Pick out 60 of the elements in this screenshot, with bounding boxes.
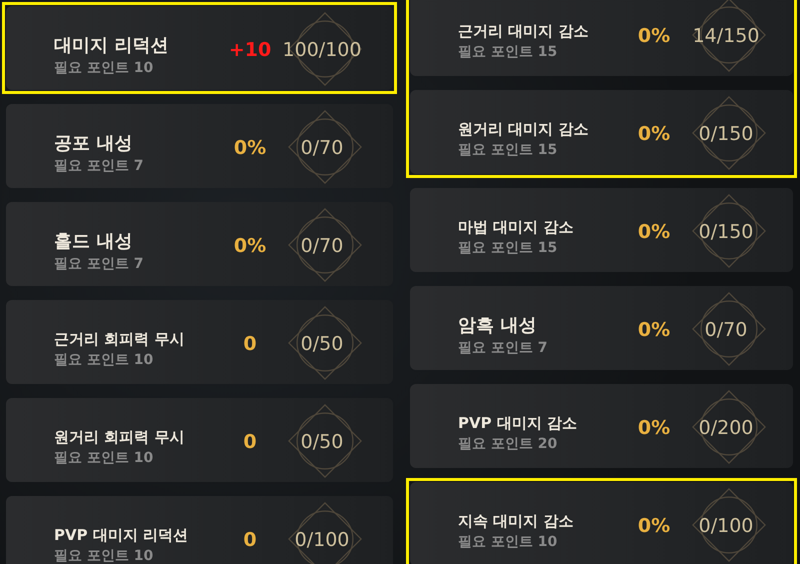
skill-name: 암흑 내성 [458,314,538,337]
skill-card[interactable]: 홀드 내성 필요 포인트 7 0% 0/70 [6,202,393,286]
skill-name: 지속 대미지 감소 [458,512,574,530]
skill-level: 100/100 [282,39,362,61]
required-points: 필요 포인트 7 [54,255,144,273]
skill-value: 0 [242,431,258,453]
skill-card[interactable]: PVP 대미지 리덕션 필요 포인트 10 0 0/100 [6,496,393,564]
skill-value: 0% [636,221,672,243]
skill-card[interactable]: 근거리 대미지 감소 필요 포인트 15 0% 14/150 [410,0,793,76]
skill-level: 0/200 [698,417,754,439]
skill-name: 원거리 대미지 감소 [458,120,590,138]
skill-value: 0% [636,123,672,145]
skill-value: 0% [636,319,672,341]
skill-value: 0% [636,25,672,47]
skill-level: 0/70 [300,235,344,257]
skill-name: 홀드 내성 [54,230,134,253]
skill-value: 0 [242,333,258,355]
skill-name: 원거리 회피력 무시 [54,428,186,446]
skill-level: 0/100 [294,529,350,551]
skill-value: 0% [232,137,268,159]
required-points: 필요 포인트 15 [458,42,558,60]
skill-level: 0/70 [300,137,344,159]
skill-level: 0/150 [698,221,754,243]
skill-card[interactable]: 공포 내성 필요 포인트 7 0% 0/70 [6,104,393,188]
required-points: 필요 포인트 10 [54,350,154,368]
skill-value: 0% [232,235,268,257]
skill-level: 0/50 [300,431,344,453]
required-points: 필요 포인트 20 [458,434,558,452]
required-points: 필요 포인트 7 [54,157,144,175]
skill-value: 0% [636,515,672,537]
skill-card[interactable]: 원거리 회피력 무시 필요 포인트 10 0 0/50 [6,398,393,482]
required-points: 필요 포인트 10 [54,448,154,466]
skill-name: 근거리 회피력 무시 [54,330,186,348]
skill-level: 0/70 [704,319,748,341]
skill-value: +10 [228,39,272,61]
skill-name: PVP 대미지 감소 [458,414,578,432]
skill-card[interactable]: 마법 대미지 감소 필요 포인트 15 0% 0/150 [410,188,793,272]
skill-card[interactable]: PVP 대미지 감소 필요 포인트 20 0% 0/200 [410,384,793,468]
required-points: 필요 포인트 10 [458,532,558,550]
skill-card[interactable]: 근거리 회피력 무시 필요 포인트 10 0 0/50 [6,300,393,384]
required-points: 필요 포인트 15 [458,238,558,256]
skill-card[interactable]: 원거리 대미지 감소 필요 포인트 15 0% 0/150 [410,90,793,174]
skill-level: 0/150 [698,123,754,145]
skill-name: 근거리 대미지 감소 [458,22,590,40]
required-points: 필요 포인트 7 [458,339,548,357]
skill-card[interactable]: 대미지 리덕션 필요 포인트 10 +10 100/100 [6,6,393,90]
skill-name: 마법 대미지 감소 [458,218,574,236]
skill-name: 대미지 리덕션 [54,34,170,57]
skill-level: 0/50 [300,333,344,355]
skill-card[interactable]: 암흑 내성 필요 포인트 7 0% 0/70 [410,286,793,370]
skill-name: PVP 대미지 리덕션 [54,526,190,544]
skill-level: 0/100 [698,515,754,537]
skill-value: 0% [636,417,672,439]
skill-card[interactable]: 지속 대미지 감소 필요 포인트 10 0% 0/100 [410,482,793,564]
required-points: 필요 포인트 10 [54,546,154,564]
required-points: 필요 포인트 15 [458,140,558,158]
skill-value: 0 [242,529,258,551]
required-points: 필요 포인트 10 [54,59,154,77]
skill-level: 14/150 [692,25,760,47]
skill-name: 공포 내성 [54,132,134,155]
